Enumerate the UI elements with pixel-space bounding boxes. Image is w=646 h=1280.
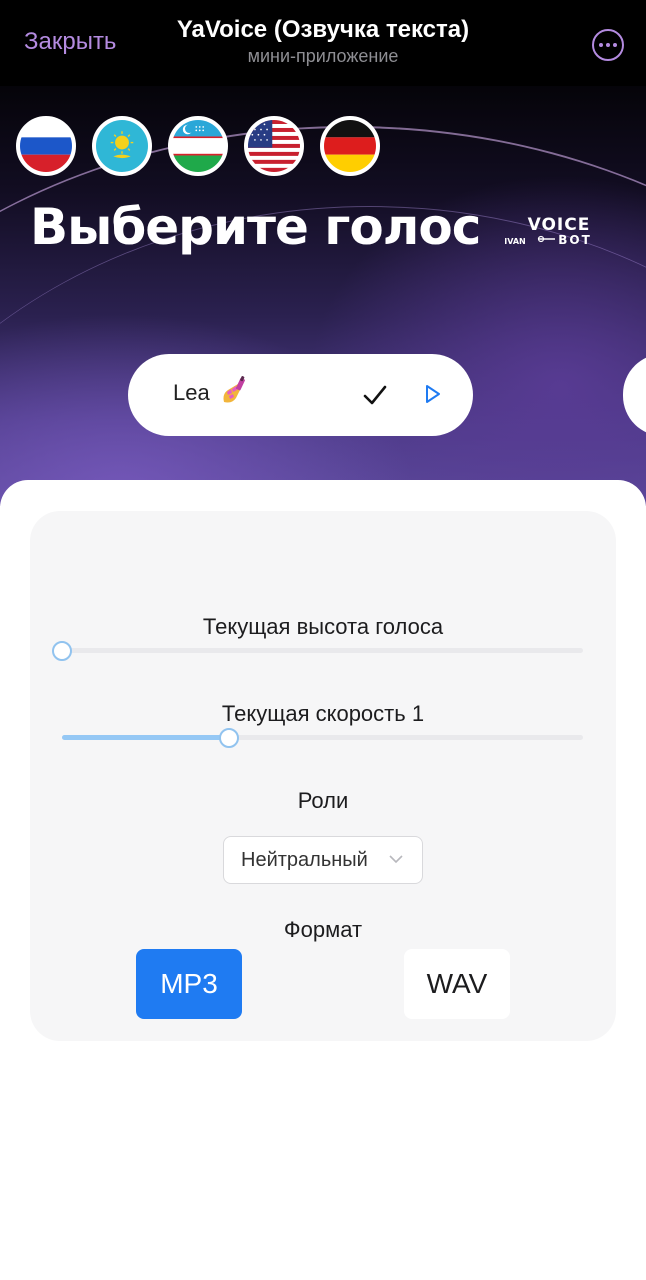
header-title-group: YaVoice (Озвучка текста) мини-приложение: [120, 16, 526, 67]
roles-label: Роли: [297, 788, 349, 813]
pitch-label: Текущая высота голоса: [202, 614, 444, 639]
app-title: YaVoice (Озвучка текста): [176, 16, 470, 43]
slider-thumb[interactable]: [52, 641, 72, 661]
format-label: Формат: [283, 917, 363, 942]
role-select-value: Нейтральный: [241, 849, 368, 871]
settings-panel: Текущая высота голоса Текущая скорость 1…: [30, 511, 616, 1041]
more-options-icon[interactable]: [592, 29, 624, 61]
format-mp3-button[interactable]: MP3: [136, 949, 242, 1019]
speed-label: Текущая скорость 1: [221, 701, 425, 726]
svg-text:BOT: BOT: [558, 233, 592, 247]
speed-slider[interactable]: [62, 728, 583, 748]
check-icon[interactable]: [362, 382, 388, 408]
uzbekistan-flag-icon[interactable]: [168, 116, 228, 176]
svg-text:IVAN: IVAN: [504, 237, 526, 246]
voicebot-logo-icon: VOICE BOT IVAN: [504, 215, 592, 247]
voice-name: Lea: [173, 380, 210, 405]
germany-flag-icon[interactable]: [320, 116, 380, 176]
settings-sheet: Текущая высота голоса Текущая скорость 1…: [0, 480, 646, 1280]
slider-fill: [62, 735, 229, 740]
app-subtitle: мини-приложение: [247, 46, 399, 66]
pitch-slider[interactable]: [52, 641, 583, 661]
nail-polish-icon: [223, 376, 245, 403]
russia-flag-icon[interactable]: [16, 116, 76, 176]
slider-thumb[interactable]: [218, 728, 239, 748]
hero-title: Выберите голос: [30, 198, 481, 256]
voice-card-selected[interactable]: Lea: [128, 354, 473, 436]
close-button[interactable]: Закрыть: [24, 28, 116, 56]
kazakhstan-flag-icon[interactable]: [92, 116, 152, 176]
slider-track: [62, 648, 583, 653]
format-wav-button[interactable]: WAV: [404, 949, 510, 1019]
hero-banner: Выберите голос VOICE BOT IVAN Lea: [0, 86, 646, 506]
usa-flag-icon[interactable]: [244, 116, 304, 176]
play-icon[interactable]: [424, 384, 442, 404]
svg-text:VOICE: VOICE: [528, 215, 591, 235]
role-select[interactable]: Нейтральный: [223, 836, 423, 884]
language-flags: [16, 116, 380, 176]
mini-app-header: Закрыть YaVoice (Озвучка текста) мини-пр…: [0, 0, 646, 86]
chevron-down-icon: [389, 855, 403, 864]
